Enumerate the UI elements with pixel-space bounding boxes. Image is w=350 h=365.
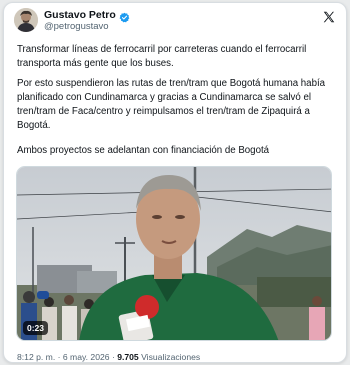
- x-logo-icon[interactable]: [322, 10, 336, 24]
- post-paragraph-3: Ambos proyectos se adelantan con financi…: [17, 145, 270, 156]
- author-avatar[interactable]: [14, 8, 38, 32]
- video-frame: [17, 167, 331, 340]
- verified-badge-icon: [119, 10, 130, 22]
- author-handle[interactable]: @petrogustavo: [44, 21, 109, 32]
- views-label[interactable]: Visualizaciones: [141, 352, 200, 362]
- post-header: Gustavo Petro @petrogustavo: [14, 8, 336, 34]
- post-paragraph-2: Por esto suspendieron las rutas de tren/…: [17, 78, 326, 131]
- video-duration: 0:23: [23, 321, 49, 335]
- post-card: Gustavo Petro @petrogustavo Transformar …: [3, 2, 347, 363]
- author-name[interactable]: Gustavo Petro: [44, 9, 116, 21]
- post-paragraph-1: Transformar líneas de ferrocarril por ca…: [17, 44, 307, 69]
- views-count: 9.705: [117, 352, 139, 362]
- author-name-row: Gustavo Petro: [44, 9, 130, 22]
- video-player[interactable]: 0:23: [16, 166, 332, 341]
- meta-separator-2: ·: [111, 352, 115, 362]
- post-meta: 8:12 p. m. · 6 may. 2026 · 9.705 Visuali…: [17, 352, 200, 362]
- meta-separator: ·: [57, 352, 61, 362]
- post-date[interactable]: 6 may. 2026: [63, 352, 110, 362]
- post-time[interactable]: 8:12 p. m.: [17, 352, 55, 362]
